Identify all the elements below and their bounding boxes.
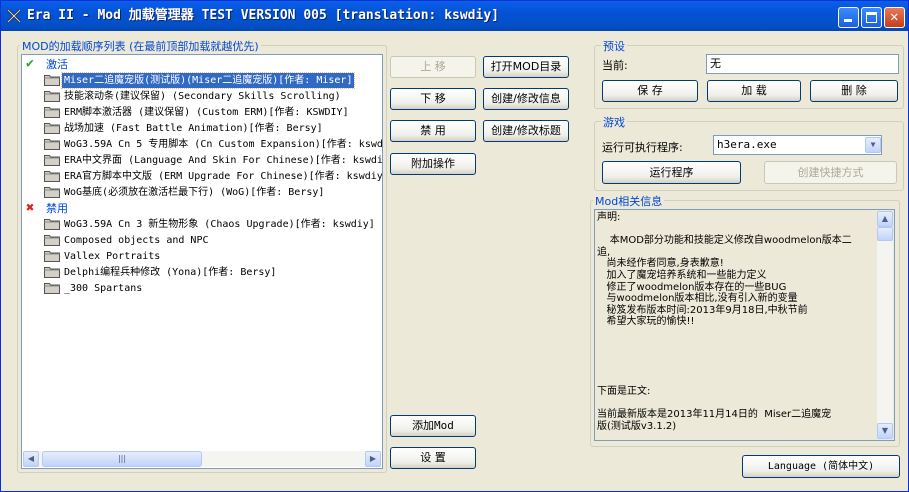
folder-icon [44,234,60,246]
folder-icon [44,250,60,262]
info-line: 尚未经作者同意,身表歉意! [597,258,724,270]
checkmark-icon: ✔ [26,56,34,71]
scroll-up-icon[interactable]: ▲ [877,211,893,227]
folder-icon [44,122,60,134]
disable-button[interactable]: 禁 用 [390,120,476,142]
info-line: 秘笈发布版本时间:2013年9月18日,中秋节前 [597,304,808,316]
active-mod-label: WoG3.59A Cn 5 专用脚本 (Cn Custom Expansion)… [64,139,383,150]
folder-icon [44,170,60,182]
scroll-left-icon[interactable]: ◀ [23,451,39,467]
game-group-label: 游戏 [601,114,627,130]
active-mod-label: Miser二追魔宠版(测试版)(Miser二追魔宠版)[作者: Miser] [60,72,356,89]
info-group-label: Mod相关信息 [593,193,665,209]
crossed-swords-icon [7,9,21,23]
preset-load-button[interactable]: 加 载 [707,80,801,102]
edit-title-button[interactable]: 创建/修改标题 [483,120,569,142]
folder-icon [44,90,60,102]
info-line: 本MOD部分功能和技能定义修改自woodmelon版本二 [597,235,852,247]
active-mod-label: ERA官方脚本中文版 (ERM Upgrade For Chinese)[作者:… [64,171,383,182]
folder-icon [44,74,60,86]
minimize-button[interactable] [838,7,859,28]
folder-icon [44,154,60,166]
mod-list-group-label: MOD的加载顺序列表 (在最前顶部加载就越优先) [20,38,261,54]
settings-button[interactable]: 设 置 [390,447,476,469]
info-line: 追, [597,246,611,258]
folder-icon [44,106,60,118]
preset-current-field[interactable]: 无 [706,54,899,74]
window-title: Era II - Mod 加载管理器 TEST VERSION 005 [tra… [27,8,499,23]
close-icon: ✕ [890,9,899,25]
preset-current-label: 当前: [602,59,628,72]
folder-icon [44,138,60,150]
add-mod-button[interactable]: 添加Mod [390,415,476,437]
info-line: 版(测试版v3.1.2) [597,420,677,432]
disabled-mod-label: Delphi编程兵种修改 (Yona)[作者: Bersy] [64,267,277,278]
disabled-mod-label: Vallex Portraits [64,251,161,262]
disabled-label: 禁用 [46,202,68,215]
open-mod-dir-button[interactable]: 打开MOD目录 [483,56,569,78]
mod-tree[interactable]: ✔ 激活 Miser二追魔宠版(测试版)(Miser二追魔宠版)[作者: Mis… [21,54,383,469]
preset-group-label: 预设 [601,38,627,54]
red-x-icon: ✖ [26,200,35,216]
close-button[interactable]: ✕ [884,7,905,28]
horizontal-scrollbar[interactable]: ◀ ||| ▶ [23,451,381,467]
info-line: 下面是正文: [597,386,651,397]
scroll-down-icon[interactable]: ▼ [877,423,893,439]
active-mod-label: ERM脚本激活器 (建议保留) (Custom ERM)[作者: KSWDIY] [64,107,349,118]
info-line: 声明: [597,212,621,223]
disabled-mod-label: _300 Spartans [64,283,143,294]
info-line: 与woodmelon版本相比,没有引入新的变量 [597,293,798,305]
scroll-thumb-v[interactable] [877,227,893,241]
scroll-thumb[interactable]: ||| [42,451,202,467]
main-window: Era II - Mod 加载管理器 TEST VERSION 005 [tra… [0,0,909,492]
preset-save-button[interactable]: 保 存 [602,80,698,102]
maximize-button[interactable] [861,7,882,28]
folder-icon [44,186,60,198]
exe-select[interactable]: h3era.exe ▼ [713,135,882,155]
run-program-button[interactable]: 运行程序 [602,161,741,184]
maximize-icon [866,12,877,23]
info-line: 加入了魔宠培养系统和一些能力定义 [597,270,767,281]
exe-select-value: h3era.exe [717,138,777,151]
active-mod-label: 技能滚动条(建议保留) (Secondary Skills Scrolling) [64,91,341,102]
info-line: 修正了woodmelon版本存在的一些BUG [597,281,787,293]
scroll-right-icon[interactable]: ▶ [365,451,381,467]
disabled-mod-label: Composed objects and NPC [64,235,209,246]
move-up-button[interactable]: 上 移 [390,56,476,78]
extra-ops-button[interactable]: 附加操作 [390,153,476,175]
active-label: 激活 [46,58,68,71]
info-line: 希望大家玩的愉快!! [597,316,695,328]
disabled-mod-label: WoG3.59A Cn 3 新生物形象 (Chaos Upgrade)[作者: … [64,219,375,230]
edit-info-button[interactable]: 创建/修改信息 [483,88,569,110]
active-mod-label: WoG基底(必须放在激活栏最下行) (WoG)[作者: Bersy] [64,187,325,198]
language-button[interactable]: Language (简体中文) [742,455,900,478]
folder-icon [44,266,60,278]
folder-icon [44,218,60,230]
mod-info-memo[interactable]: 声明: 本MOD部分功能和技能定义修改自woodmelon版本二 追, 尚未经作者… [594,209,895,441]
chevron-down-icon[interactable]: ▼ [865,137,881,153]
preset-delete-button[interactable]: 删 除 [810,80,898,102]
info-line: 当前最新版本是2013年11月14日的 Miser二追魔宠 [597,409,832,421]
create-shortcut-button[interactable]: 创建快捷方式 [764,161,897,184]
title-bar[interactable]: Era II - Mod 加载管理器 TEST VERSION 005 [tra… [1,1,908,31]
folder-icon [44,282,60,294]
active-mod-label: 战场加速 (Fast Battle Animation)[作者: Bersy] [64,123,323,134]
exe-label: 运行可执行程序: [602,141,683,154]
active-mod-label: ERA中文界面 (Language And Skin For Chinese)[… [64,155,383,166]
move-down-button[interactable]: 下 移 [390,88,476,110]
vertical-scrollbar[interactable]: ▲ ▼ [877,211,893,439]
minimize-icon [844,19,852,22]
